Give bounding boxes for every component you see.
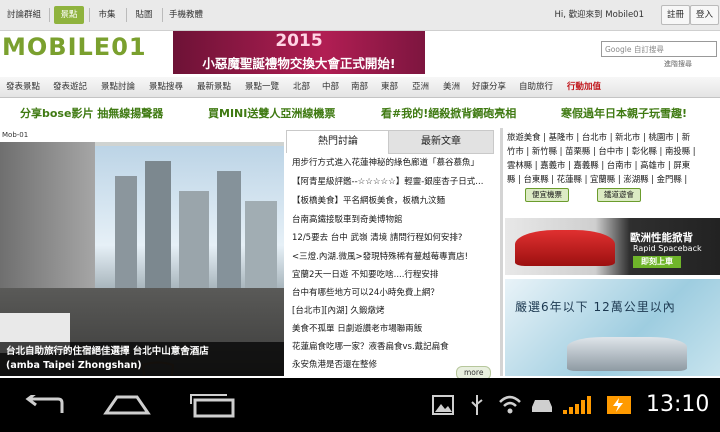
- subnav-self-travel[interactable]: 自助旅行: [519, 77, 553, 97]
- battery-charging-icon: [607, 396, 631, 414]
- list-item[interactable]: 台中有哪些地方可以24小時免費上網？: [292, 285, 494, 302]
- top-nav: 討論群組 景點 市集 貼圖 手機教體 Hi, 歡迎來到 Mobile01 註冊 …: [0, 0, 720, 31]
- promo-link-hatchback[interactable]: 看#我的!絕殺掀背鋼砲亮相: [381, 105, 516, 121]
- hero-caption-line2: (amba Taipei Zhongshan): [6, 360, 142, 371]
- used-car-ad[interactable]: 嚴選6年以下 12萬公里以內: [505, 279, 720, 376]
- mobile01-logo[interactable]: MOBILE01: [2, 33, 147, 61]
- tab-mobile-tutorial[interactable]: 手機教體: [166, 6, 206, 24]
- recent-apps-icon[interactable]: [189, 392, 239, 418]
- car-image: [515, 230, 615, 266]
- search-input[interactable]: Google 自訂搜尋: [601, 41, 717, 57]
- banner-text: 小惡魔聖誕禮物交換大會正式開始!: [202, 56, 396, 71]
- skoda-ad-cta[interactable]: 即刻上車: [633, 256, 681, 268]
- used-car-ad-text: 嚴選6年以下 12萬公里以內: [515, 300, 676, 314]
- divider: [49, 8, 50, 22]
- wifi-icon: [499, 395, 521, 414]
- hero-header: Mob-01: [0, 128, 284, 142]
- divider: [162, 8, 163, 22]
- list-item[interactable]: 美食不孤單 日劇遊讚老市場聯兩飯: [292, 321, 494, 338]
- subnav-post-travelogue[interactable]: 發表遊記: [53, 77, 87, 97]
- status-clock: 13:10: [646, 392, 710, 417]
- subnav-central[interactable]: 中部: [322, 77, 339, 97]
- attractions-subnav: 發表景點 發表遊記 景點討論 景點搜尋 最新景點 景點一覽 北部 中部 南部 東…: [0, 77, 720, 98]
- region-links-row[interactable]: 縣 | 台東縣 | 花蓮縣 | 宜蘭縣 | 澎湖縣 | 金門縣 |: [507, 172, 687, 186]
- divider: [89, 8, 90, 22]
- region-links: 旅遊美食 | 基隆市 | 台北市 | 新北市 | 桃園市 | 新 竹市 | 新竹…: [505, 128, 720, 216]
- login-button[interactable]: 登入: [690, 5, 720, 25]
- list-item[interactable]: 【板橋美食】平名網板美食，板橋九汶麵: [292, 193, 494, 210]
- advanced-search-link[interactable]: 進階搜尋: [664, 59, 692, 69]
- list-item[interactable]: 用步行方式進入花蓮神秘的綠色廊道「慕谷慕魚」: [292, 155, 494, 172]
- tab-stickers[interactable]: 貼圖: [130, 6, 158, 24]
- promo-link-japan-snow[interactable]: 寒假過年日本親子玩雪趣!: [561, 105, 687, 121]
- subnav-americas[interactable]: 美洲: [443, 77, 460, 97]
- divider: [126, 8, 127, 22]
- list-item[interactable]: 宜蘭2天一日遊 不知要吃啥....行程安排: [292, 267, 494, 284]
- hero-caption-line1: 台北自助旅行的住宿絕佳選擇 台北中山意舍酒店: [6, 346, 209, 357]
- list-item[interactable]: [台北市][內湖] 久鍛燉烤: [292, 303, 494, 320]
- subnav-attraction-discussion[interactable]: 景點討論: [101, 77, 135, 97]
- tab-discussion-groups[interactable]: 討論群組: [4, 6, 44, 24]
- promo-strip: 分享bose影片 抽無線揚聲器 買MINI送雙人亞洲線機票 看#我的!絕殺掀背鋼…: [0, 101, 720, 125]
- tab-latest-articles[interactable]: 最新文章: [388, 130, 494, 154]
- list-item[interactable]: 12/5要去 台中 武嶺 清境 請問行程如何安排?: [292, 230, 494, 247]
- welcome-text: Hi, 歡迎來到 Mobile01: [554, 10, 644, 20]
- hero-caption: 台北自助旅行的住宿絕佳選擇 台北中山意舍酒店 (amba Taipei Zhon…: [0, 342, 284, 376]
- car-mode-icon: [532, 400, 552, 412]
- region-links-row[interactable]: 雲林縣 | 嘉義市 | 嘉義縣 | 台南市 | 高雄市 | 屏東: [507, 158, 690, 172]
- tab-attractions[interactable]: 景點: [54, 6, 84, 24]
- subnav-asia[interactable]: 亞洲: [412, 77, 429, 97]
- skoda-ad-title: 歐洲性能掀背: [630, 232, 693, 244]
- banner-year: 2015: [275, 31, 323, 51]
- christmas-banner[interactable]: 2015 小惡魔聖誕禮物交換大會正式開始!: [173, 31, 425, 74]
- subnav-north[interactable]: 北部: [293, 77, 310, 97]
- rail-tour-button[interactable]: 鐵道遊會: [597, 188, 641, 202]
- region-links-row[interactable]: 旅遊美食 | 基隆市 | 台北市 | 新北市 | 桃園市 | 新: [507, 130, 690, 144]
- subnav-latest-attractions[interactable]: 最新景點: [197, 77, 231, 97]
- scrollbar[interactable]: [500, 128, 503, 376]
- subnav-post-attraction[interactable]: 發表景點: [6, 77, 40, 97]
- subnav-attraction-list[interactable]: 景點一覽: [245, 77, 279, 97]
- home-icon[interactable]: [103, 393, 151, 417]
- region-links-row[interactable]: 竹市 | 新竹縣 | 苗栗縣 | 台中市 | 彰化縣 | 南投縣 |: [507, 144, 696, 158]
- subnav-mobile-value-added[interactable]: 行動加值: [567, 77, 601, 97]
- logo-text: MOBILE01: [2, 33, 147, 61]
- hotel-window-photo: [95, 146, 284, 288]
- skoda-ad[interactable]: 歐洲性能掀背 Rapid Spaceback 即刻上車: [505, 218, 720, 275]
- skoda-ad-model: Rapid Spaceback: [633, 244, 702, 253]
- list-item[interactable]: 【阿青星級評鑑--☆☆☆☆☆】輕靈-銀座杏子日式...: [292, 174, 494, 191]
- cheap-tickets-button[interactable]: 便宜機票: [525, 188, 569, 202]
- promo-link-bose[interactable]: 分享bose影片 抽無線揚聲器: [20, 105, 163, 121]
- promo-link-mini[interactable]: 買MINI送雙人亞洲線機票: [208, 105, 335, 121]
- gallery-icon: [432, 395, 454, 415]
- signal-icon: [563, 396, 591, 414]
- back-icon[interactable]: [22, 395, 66, 417]
- list-item[interactable]: <三燈.內湖.微風>發現特殊稀有蔓越莓專賣店!: [292, 249, 494, 266]
- register-button[interactable]: 註冊: [661, 5, 691, 25]
- subnav-deals[interactable]: 好康分享: [472, 77, 506, 97]
- header: MOBILE01 2015 小惡魔聖誕禮物交換大會正式開始! Google 自訂…: [0, 31, 720, 77]
- android-system-bar: 13:10: [0, 378, 720, 432]
- discussion-panel: 熱門討論 最新文章 用步行方式進入花蓮神秘的綠色廊道「慕谷慕魚」 【阿青星級評鑑…: [286, 128, 500, 380]
- tab-hot-discussion[interactable]: 熱門討論: [286, 130, 390, 153]
- subnav-east[interactable]: 東部: [381, 77, 398, 97]
- car-image: [567, 337, 687, 371]
- usb-icon: [471, 395, 483, 415]
- list-item[interactable]: 台南高鐵接駁車到奇美博物館: [292, 212, 494, 229]
- tab-market[interactable]: 市集: [93, 6, 121, 24]
- subnav-south[interactable]: 南部: [351, 77, 368, 97]
- discussion-tabs: 熱門討論 最新文章: [286, 128, 500, 154]
- subnav-attraction-search[interactable]: 景點搜尋: [149, 77, 183, 97]
- list-item[interactable]: 花蓮扁食吃哪一家？液香扁食vs.戴記扁食: [292, 339, 494, 356]
- featured-article[interactable]: Mob-01 台北自助旅行的住宿絕佳選擇 台北中山意舍酒店 (amba Taip…: [0, 128, 284, 376]
